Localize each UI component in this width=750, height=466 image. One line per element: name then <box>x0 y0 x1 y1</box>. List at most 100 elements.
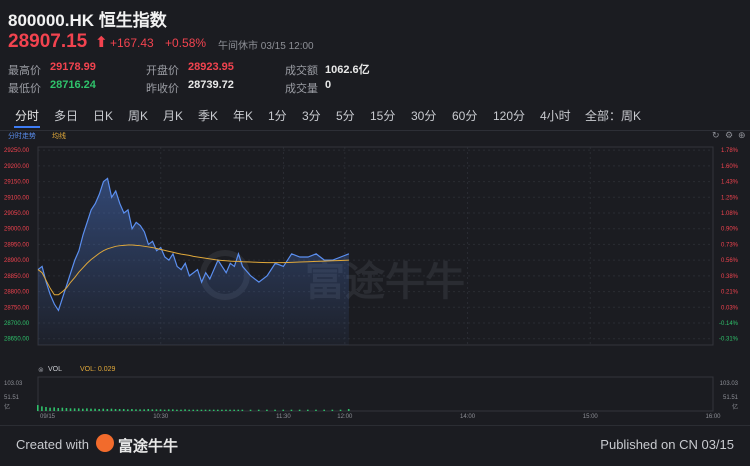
tab-60min[interactable]: 60分 <box>452 107 477 124</box>
volume-bar <box>274 409 276 411</box>
volume-bar <box>229 409 231 411</box>
volume-bar <box>172 409 174 411</box>
tab-yearly-k[interactable]: 年K <box>233 107 253 124</box>
tab-15min[interactable]: 15分 <box>370 107 395 124</box>
volume-bar <box>102 408 105 411</box>
volume-bar <box>69 408 72 411</box>
y-pct-label: 0.56% <box>721 258 739 264</box>
volume-bar <box>82 408 84 411</box>
volume-bar <box>347 409 350 411</box>
volume-bar <box>298 409 301 411</box>
volume-bar <box>323 409 325 411</box>
volume-bar <box>139 409 141 411</box>
vol-value-label: VOL: 0.029 <box>80 366 116 373</box>
y-tick-label: 28750.00 <box>4 305 30 311</box>
y-tick-label: 29050.00 <box>4 211 30 217</box>
tab-quarterly-k[interactable]: 季K <box>198 107 218 124</box>
volume-bar <box>73 408 76 411</box>
x-tick-label: 15:00 <box>583 414 599 420</box>
volume-tick-label: 103.03 <box>4 381 23 387</box>
y-tick-label: 28850.00 <box>4 274 30 280</box>
y-tick-label: 29000.00 <box>4 227 30 233</box>
prev-close-label: 昨收价 <box>146 83 179 95</box>
y-pct-label: 0.90% <box>721 227 739 233</box>
volume-bar <box>49 407 51 411</box>
volume-bar <box>114 409 117 411</box>
volume-value: 0 <box>325 79 332 91</box>
volume-bar <box>118 409 121 411</box>
turnover-value: 1062.6亿 <box>325 64 370 76</box>
volume-bar <box>53 407 55 411</box>
open-value: 28923.95 <box>188 61 234 73</box>
volume-label: 成交量 <box>285 83 318 95</box>
prev-close-value: 28739.72 <box>188 79 234 91</box>
market-status: 午间休市 03/15 12:00 <box>218 41 314 52</box>
y-tick-label: 28650.00 <box>4 337 30 343</box>
y-tick-label: 28900.00 <box>4 258 30 264</box>
tab-4hour[interactable]: 4小时 <box>540 107 571 124</box>
volume-bar <box>110 408 113 411</box>
y-pct-label: 0.73% <box>721 242 739 248</box>
volume-bar <box>41 406 43 411</box>
x-tick-label: 16:00 <box>705 414 721 420</box>
y-tick-label: 28800.00 <box>4 290 30 296</box>
tab-120min[interactable]: 120分 <box>493 107 525 124</box>
tab-daily-k[interactable]: 日K <box>93 107 113 124</box>
x-tick-label: 11:30 <box>276 414 291 420</box>
vol-label: VOL <box>48 366 63 373</box>
volume-bar <box>90 408 92 411</box>
volume-bar <box>155 409 158 411</box>
tab-monthly-k[interactable]: 月K <box>163 107 183 124</box>
y-tick-label: 29200.00 <box>4 164 30 170</box>
y-pct-label: 1.43% <box>721 180 739 186</box>
high-value: 29178.99 <box>50 61 96 73</box>
published-date: Published on CN 03/15 <box>600 437 734 452</box>
tab-5min[interactable]: 5分 <box>336 107 355 124</box>
y-tick-label: 29250.00 <box>4 148 30 154</box>
volume-tick-label-right: 亿 <box>732 403 738 411</box>
volume-bar <box>266 409 268 411</box>
volume-bar <box>77 408 80 411</box>
volume-bar <box>200 409 203 411</box>
volume-bar <box>122 409 125 411</box>
volume-tick-label: 51.51 <box>4 395 20 401</box>
y-pct-label: 1.25% <box>721 195 739 201</box>
volume-bar <box>180 409 182 411</box>
tab-weekly-k[interactable]: 周K <box>128 107 148 124</box>
volume-bar <box>163 409 166 411</box>
vol-label-icon: ⊗ <box>38 367 44 374</box>
low-label: 最低价 <box>8 83 41 95</box>
tab-all-weekly[interactable]: 全部：周K <box>585 107 641 124</box>
volume-bar <box>151 409 154 411</box>
volume-bar <box>57 408 60 411</box>
x-tick-label: 12:00 <box>337 414 353 420</box>
y-pct-label: 0.21% <box>721 290 739 296</box>
volume-bar <box>196 409 199 411</box>
volume-bar <box>37 405 39 411</box>
low-value: 28716.24 <box>50 79 96 91</box>
tab-multiday[interactable]: 多日 <box>54 107 78 124</box>
brand-name: 富途牛牛 <box>118 438 179 455</box>
tab-timeshare[interactable]: 分时 <box>15 107 39 124</box>
volume-bar <box>257 409 260 411</box>
volume-bar <box>188 409 190 411</box>
volume-bar <box>65 408 68 411</box>
volume-bar <box>61 407 64 411</box>
y-tick-label: 29100.00 <box>4 195 30 201</box>
volume-bar <box>221 409 223 411</box>
volume-bar <box>249 409 252 411</box>
tab-1min[interactable]: 1分 <box>268 107 287 124</box>
volume-bar <box>217 409 219 411</box>
volume-bar <box>237 409 240 411</box>
volume-bar <box>167 409 170 411</box>
active-tab-underline <box>14 126 40 128</box>
y-pct-label: -0.31% <box>719 337 739 343</box>
up-arrow-icon: ⬆ <box>95 34 108 51</box>
created-with-label: Created with <box>16 437 89 452</box>
tab-3min[interactable]: 3分 <box>302 107 321 124</box>
tab-30min[interactable]: 30分 <box>411 107 436 124</box>
open-label: 开盘价 <box>146 65 179 77</box>
volume-bar <box>282 409 285 411</box>
volume-bar <box>315 409 317 411</box>
y-tick-label: 28950.00 <box>4 242 30 248</box>
